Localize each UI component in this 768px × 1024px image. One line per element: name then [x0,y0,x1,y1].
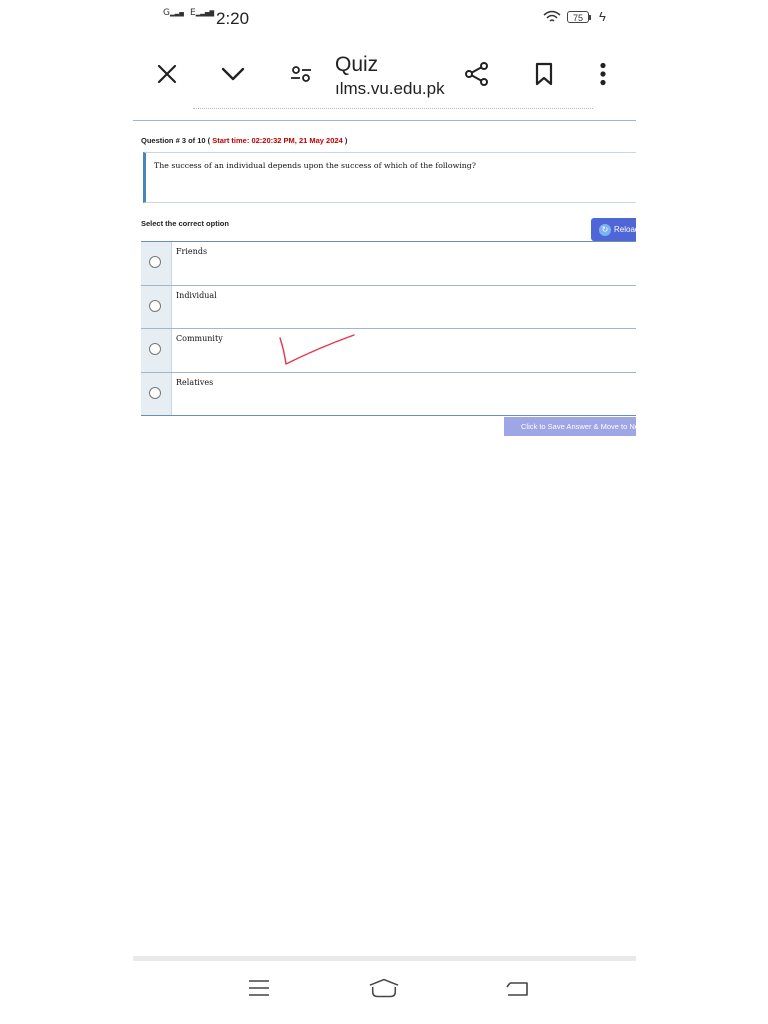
wifi-icon [543,10,561,29]
close-icon[interactable] [153,60,181,88]
question-number: Question # 3 of 10 ( [141,136,213,145]
save-answer-button[interactable]: Click to Save Answer & Move to Next Ques… [504,417,636,436]
reload-icon: ↻ [599,223,611,236]
check-mark-annotation [278,332,358,373]
option-radio-cell[interactable] [141,329,172,372]
page-url[interactable]: ılms.vu.edu.pk [335,79,445,99]
signal-icon-2: E▂▃▅▇ [190,8,215,18]
option-row[interactable]: Community [141,329,636,373]
reload-label: Reload [614,225,636,234]
home-icon[interactable] [368,974,400,1002]
option-radio-cell[interactable] [141,372,172,415]
option-row[interactable]: Friends [141,242,636,286]
share-icon[interactable] [463,60,491,88]
chevron-down-icon[interactable] [219,60,247,88]
tune-icon[interactable] [287,60,315,88]
option-radio[interactable] [149,386,161,399]
option-label[interactable]: Friends [172,242,207,285]
question-box: The success of an individual depends upo… [143,152,636,203]
question-header-suffix: ) [342,136,348,145]
battery-tip [589,15,591,20]
option-radio[interactable] [149,343,161,355]
option-row[interactable]: Individual [141,285,636,329]
question-text: The success of an individual depends upo… [154,161,476,170]
back-icon[interactable] [501,974,533,1002]
options-table: Friends Individual Community Relatives [141,241,636,416]
more-vert-icon[interactable] [589,60,617,88]
option-label[interactable]: Relatives [172,373,213,416]
signal-icon-1: G▂▃▅ [163,8,184,18]
option-row[interactable]: Relatives [141,372,636,416]
option-radio-cell[interactable] [141,242,172,285]
status-bar: G▂▃▅ E▂▃▅▇ 2:20 75 ϟ [133,0,636,40]
start-time: Start time: 02:20:32 PM, 21 May 2024 [212,136,343,145]
charging-icon: ϟ [599,9,606,24]
page-title: Quiz [335,53,379,76]
option-radio[interactable] [149,256,161,268]
browser-toolbar: Quiz ılms.vu.edu.pk [133,44,636,104]
bottom-divider [133,956,636,961]
content-divider [133,108,636,121]
bookmark-icon[interactable] [530,60,558,88]
option-label[interactable]: Individual [172,286,217,329]
status-time: 2:20 [216,9,250,28]
option-radio[interactable] [149,299,161,312]
reload-button[interactable]: ↻ Reload [591,218,636,241]
question-header: Question # 3 of 10 ( Start time: 02:20:3… [141,136,347,145]
select-option-label: Select the correct option [141,219,229,228]
phone-screen: G▂▃▅ E▂▃▅▇ 2:20 75 ϟ Quiz ılms.vu.edu.pk [133,0,636,1024]
battery-icon: 75 [567,11,589,23]
recent-apps-icon[interactable] [243,974,275,1002]
option-label[interactable]: Community [172,329,223,372]
option-radio-cell[interactable] [141,285,172,328]
